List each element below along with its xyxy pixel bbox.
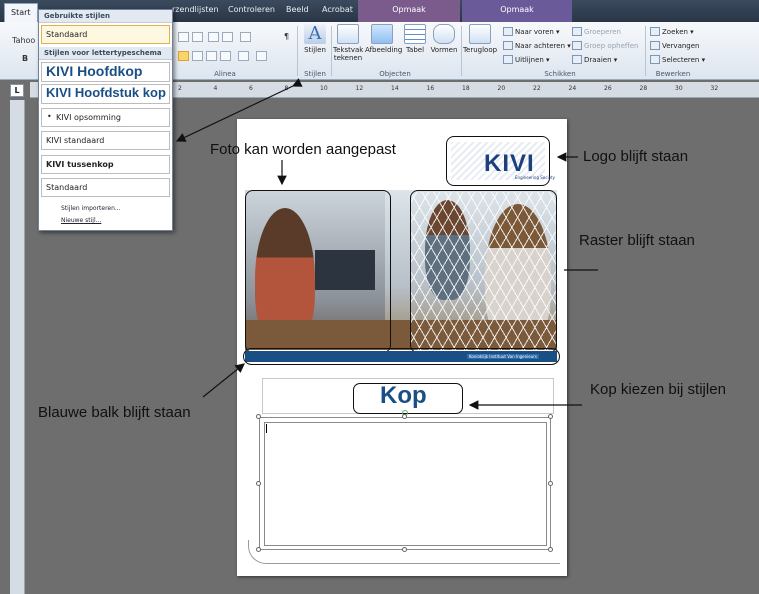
arrow-stijlen-to-dropdown [175,78,303,142]
annotation-heading: Kop kiezen bij stijlen [590,381,726,398]
annotation-photo: Foto kan worden aangepast [210,141,396,158]
annotation-grid: Raster blijft staan [579,232,695,249]
annotation-logo: Logo blijft staan [583,148,689,165]
arrow-blue-bar [202,363,245,398]
annotation-arrows [175,78,598,410]
annotation-blue-bar: Blauwe balk blijft staan [38,404,191,421]
